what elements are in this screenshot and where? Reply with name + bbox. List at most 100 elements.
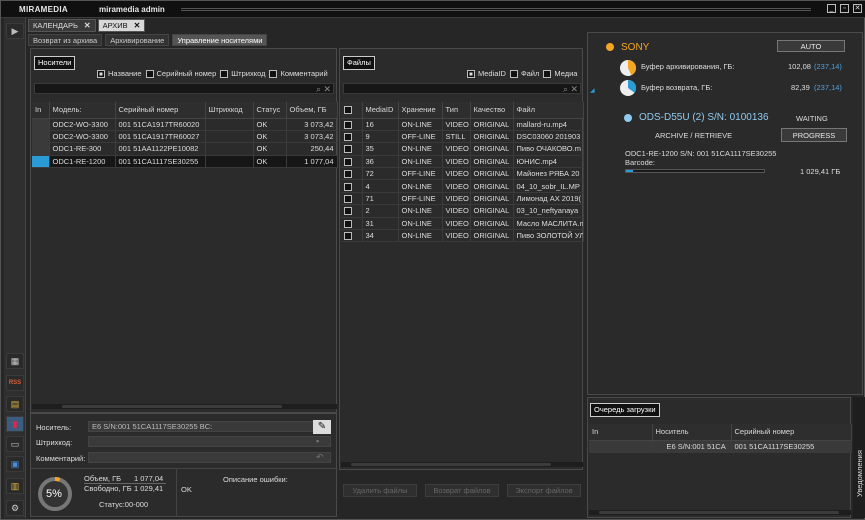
tab-calendar[interactable]: КАЛЕНДАРЬ ✕: [28, 19, 96, 32]
scroll-thumb[interactable]: [62, 405, 282, 408]
row-checkbox[interactable]: [341, 229, 363, 243]
checkbox-icon[interactable]: [344, 207, 352, 216]
checkbox-icon[interactable]: [344, 145, 352, 154]
comment-field[interactable]: [88, 452, 331, 463]
close-tab-icon[interactable]: ✕: [134, 21, 141, 30]
network-icon[interactable]: ▣: [6, 456, 24, 472]
checkbox-icon[interactable]: [344, 157, 352, 166]
delete-files-button[interactable]: Удалить файлы: [343, 484, 417, 497]
option-file[interactable]: Файл: [509, 69, 539, 78]
row-checkbox[interactable]: [341, 167, 363, 181]
table-row[interactable]: ODC2-WO-3300 001 51CA1917TR60027 OK 3 073,4…: [32, 130, 338, 144]
col-serial[interactable]: Серийный номер: [731, 424, 852, 441]
col-size[interactable]: Объем, ГБ: [286, 102, 338, 119]
row-checkbox[interactable]: [341, 192, 363, 206]
progress-button[interactable]: PROGRESS: [781, 128, 847, 142]
search-icon[interactable]: ⌕: [563, 84, 568, 95]
notifications-tab[interactable]: Уведомления: [853, 397, 865, 518]
clear-icon[interactable]: ✕: [570, 84, 578, 95]
scroll-thumb[interactable]: [599, 511, 839, 514]
table-row[interactable]: 36 ON-LINE VIDEO ORIGINAL ЮНИС.mp4: [341, 155, 584, 169]
subtab-restore[interactable]: Возврат из архива: [28, 34, 103, 46]
checkbox-icon[interactable]: [344, 170, 352, 179]
restore-files-button[interactable]: Возврат файлов: [425, 484, 499, 497]
search-icon[interactable]: ⌕: [316, 84, 321, 95]
files-search-input[interactable]: ⌕ ✕: [343, 83, 581, 94]
col-storage[interactable]: Хранение: [398, 102, 443, 119]
storage-icon[interactable]: ▥: [6, 478, 24, 494]
calendar-icon[interactable]: ▦: [6, 353, 24, 369]
minimize-icon[interactable]: _: [827, 4, 836, 13]
table-row[interactable]: 31 ON-LINE VIDEO ORIGINAL Масло МАСЛИТА.n: [341, 217, 584, 231]
col-status[interactable]: Статус: [253, 102, 287, 119]
row-checkbox[interactable]: [341, 217, 363, 231]
checkbox-icon[interactable]: [145, 69, 154, 78]
media-icon[interactable]: ▮: [6, 416, 24, 432]
checkbox-icon[interactable]: [220, 69, 229, 78]
checkbox-icon[interactable]: [344, 120, 352, 129]
col-barcode[interactable]: Штрихкод: [205, 102, 254, 119]
col-mediaid[interactable]: MediaID: [362, 102, 399, 119]
checkbox-icon[interactable]: [344, 232, 352, 241]
media-search-input[interactable]: ⌕ ✕: [34, 83, 334, 94]
scroll-thumb[interactable]: [351, 463, 551, 466]
barcode-field[interactable]: [88, 436, 331, 447]
option-mediaid[interactable]: MediaID: [467, 69, 506, 78]
close-tab-icon[interactable]: ✕: [84, 21, 91, 30]
carrier-field[interactable]: E6 S/N:001 51CA1117SE30255 BC:: [88, 421, 331, 432]
table-row[interactable]: 16 ON-LINE VIDEO ORIGINAL mallard-ru.mp4: [341, 118, 584, 131]
export-files-button[interactable]: Экспорт файлов: [507, 484, 581, 497]
monitor-icon[interactable]: ▭: [6, 436, 24, 452]
close-icon[interactable]: ✕: [853, 4, 862, 13]
col-carrier[interactable]: Носитель: [652, 424, 732, 441]
option-media[interactable]: Медиа: [543, 69, 577, 78]
table-row[interactable]: 9 OFF-LINE STILL ORIGINAL DSC03060 201903: [341, 130, 584, 144]
clear-icon[interactable]: ✕: [323, 84, 331, 95]
media-hscrollbar[interactable]: [32, 404, 337, 409]
checkbox-icon[interactable]: [543, 69, 552, 78]
auto-button[interactable]: AUTO: [777, 40, 845, 52]
restore-icon[interactable]: ▫: [840, 4, 849, 13]
row-checkbox[interactable]: [341, 204, 363, 218]
checkbox-icon[interactable]: [344, 182, 352, 191]
col-in[interactable]: In: [32, 102, 50, 119]
checkbox-icon[interactable]: [509, 69, 518, 78]
table-row[interactable]: ODC1-RE-1200 001 51CA1117SE30255 OK 1 077,0…: [32, 155, 338, 169]
row-checkbox[interactable]: [341, 118, 363, 131]
table-row[interactable]: 71 OFF-LINE VIDEO ORIGINAL Лимонад АХ 2019(: [341, 192, 584, 206]
table-row[interactable]: ODC1-RE-300 001 51AA1122PE10082 OK 250,44: [32, 142, 338, 156]
checkbox-icon[interactable]: [344, 195, 352, 204]
col-quality[interactable]: Качество: [470, 102, 514, 119]
queue-hscrollbar[interactable]: [589, 510, 851, 515]
row-checkbox[interactable]: [341, 155, 363, 169]
col-in[interactable]: In: [589, 424, 653, 441]
save-disk-icon[interactable]: ▪: [316, 436, 319, 446]
row-checkbox[interactable]: [341, 179, 363, 193]
table-row[interactable]: 72 OFF-LINE VIDEO ORIGINAL Майонез РЯБА 20: [341, 167, 584, 181]
table-row[interactable]: ODC2-WO-3300 001 51CA1917TR60020 OK 3 073,4…: [32, 118, 338, 131]
col-serial[interactable]: Серийный номер: [115, 102, 206, 119]
table-row[interactable]: 4 ON-LINE VIDEO ORIGINAL 04_10_sobr_IL.MP: [341, 179, 584, 193]
undo-icon[interactable]: ↶: [316, 452, 324, 463]
checkbox-icon[interactable]: [344, 106, 352, 115]
col-file[interactable]: Файл: [513, 102, 584, 119]
files-hscrollbar[interactable]: [341, 462, 583, 467]
row-checkbox[interactable]: [341, 142, 363, 156]
row-checkbox[interactable]: [341, 130, 363, 144]
subtab-archiving[interactable]: Архивирование: [105, 34, 170, 46]
expand-triangle-icon[interactable]: ◢: [590, 87, 595, 94]
checkbox-checked-icon[interactable]: [467, 69, 475, 78]
table-row[interactable]: E6 S/N:001 51CA 001 51CA1117SE30255: [589, 440, 852, 453]
checkbox-icon[interactable]: [344, 133, 352, 142]
checkbox-icon[interactable]: [344, 219, 352, 228]
edit-pencil-icon[interactable]: ✎: [313, 420, 331, 434]
archive-icon[interactable]: ▤: [6, 396, 24, 412]
col-model[interactable]: Модель:: [49, 102, 116, 119]
table-row[interactable]: 35 ON-LINE VIDEO ORIGINAL Пиво ОЧАКОВО.m: [341, 142, 584, 156]
checkbox-checked-icon[interactable]: [97, 69, 105, 78]
option-comment[interactable]: Комментарий: [269, 69, 328, 78]
option-serial[interactable]: Серийный номер: [145, 69, 216, 78]
table-row[interactable]: 34 ON-LINE VIDEO ORIGINAL Пиво ЗОЛОТОЙ УЛ: [341, 229, 584, 243]
settings-gear-icon[interactable]: ⚙: [6, 500, 24, 516]
play-icon[interactable]: ▶: [6, 23, 24, 39]
